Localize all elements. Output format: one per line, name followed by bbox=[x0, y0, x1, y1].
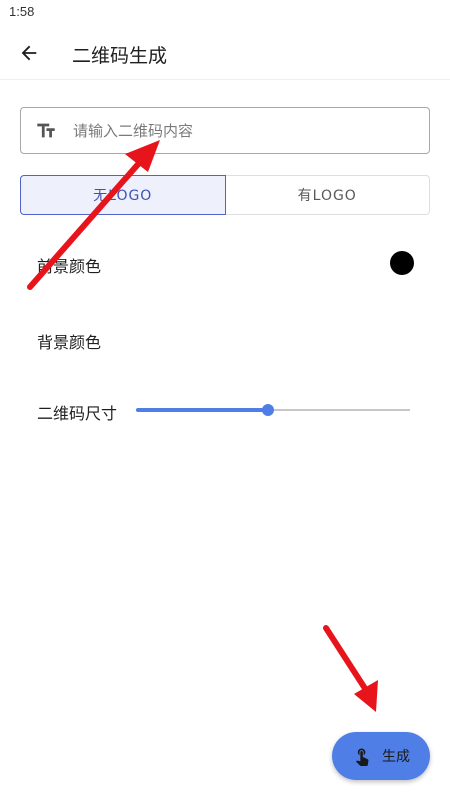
foreground-color-label: 前景颜色 bbox=[37, 257, 102, 276]
app-bar: 二维码生成 bbox=[0, 26, 450, 80]
with-logo-toggle[interactable]: 有LOGO bbox=[225, 175, 430, 215]
generate-label: 生成 bbox=[382, 749, 410, 765]
logo-toggle-group: 无LOGO 有LOGO bbox=[20, 175, 430, 215]
slider-thumb[interactable] bbox=[261, 404, 274, 416]
back-button[interactable] bbox=[12, 36, 46, 70]
no-logo-toggle[interactable]: 无LOGO bbox=[20, 175, 226, 215]
status-time: 1:58 bbox=[9, 4, 35, 19]
slider-fill bbox=[136, 408, 268, 412]
text-format-icon bbox=[37, 123, 55, 138]
qr-size-slider[interactable] bbox=[136, 400, 410, 420]
qr-content-field[interactable] bbox=[20, 107, 430, 154]
generate-button[interactable]: 生成 bbox=[332, 732, 430, 780]
page-title: 二维码生成 bbox=[72, 45, 168, 67]
qr-content-input[interactable] bbox=[73, 118, 413, 144]
status-bar: 1:58 bbox=[0, 0, 450, 26]
qr-size-label: 二维码尺寸 bbox=[37, 404, 118, 423]
foreground-color-swatch[interactable] bbox=[390, 251, 414, 275]
annotation-arrow-down bbox=[323, 625, 378, 712]
background-color-label[interactable]: 背景颜色 bbox=[37, 329, 101, 353]
touch-hand-icon bbox=[355, 748, 369, 766]
arrow-back-icon[interactable] bbox=[18, 42, 40, 64]
